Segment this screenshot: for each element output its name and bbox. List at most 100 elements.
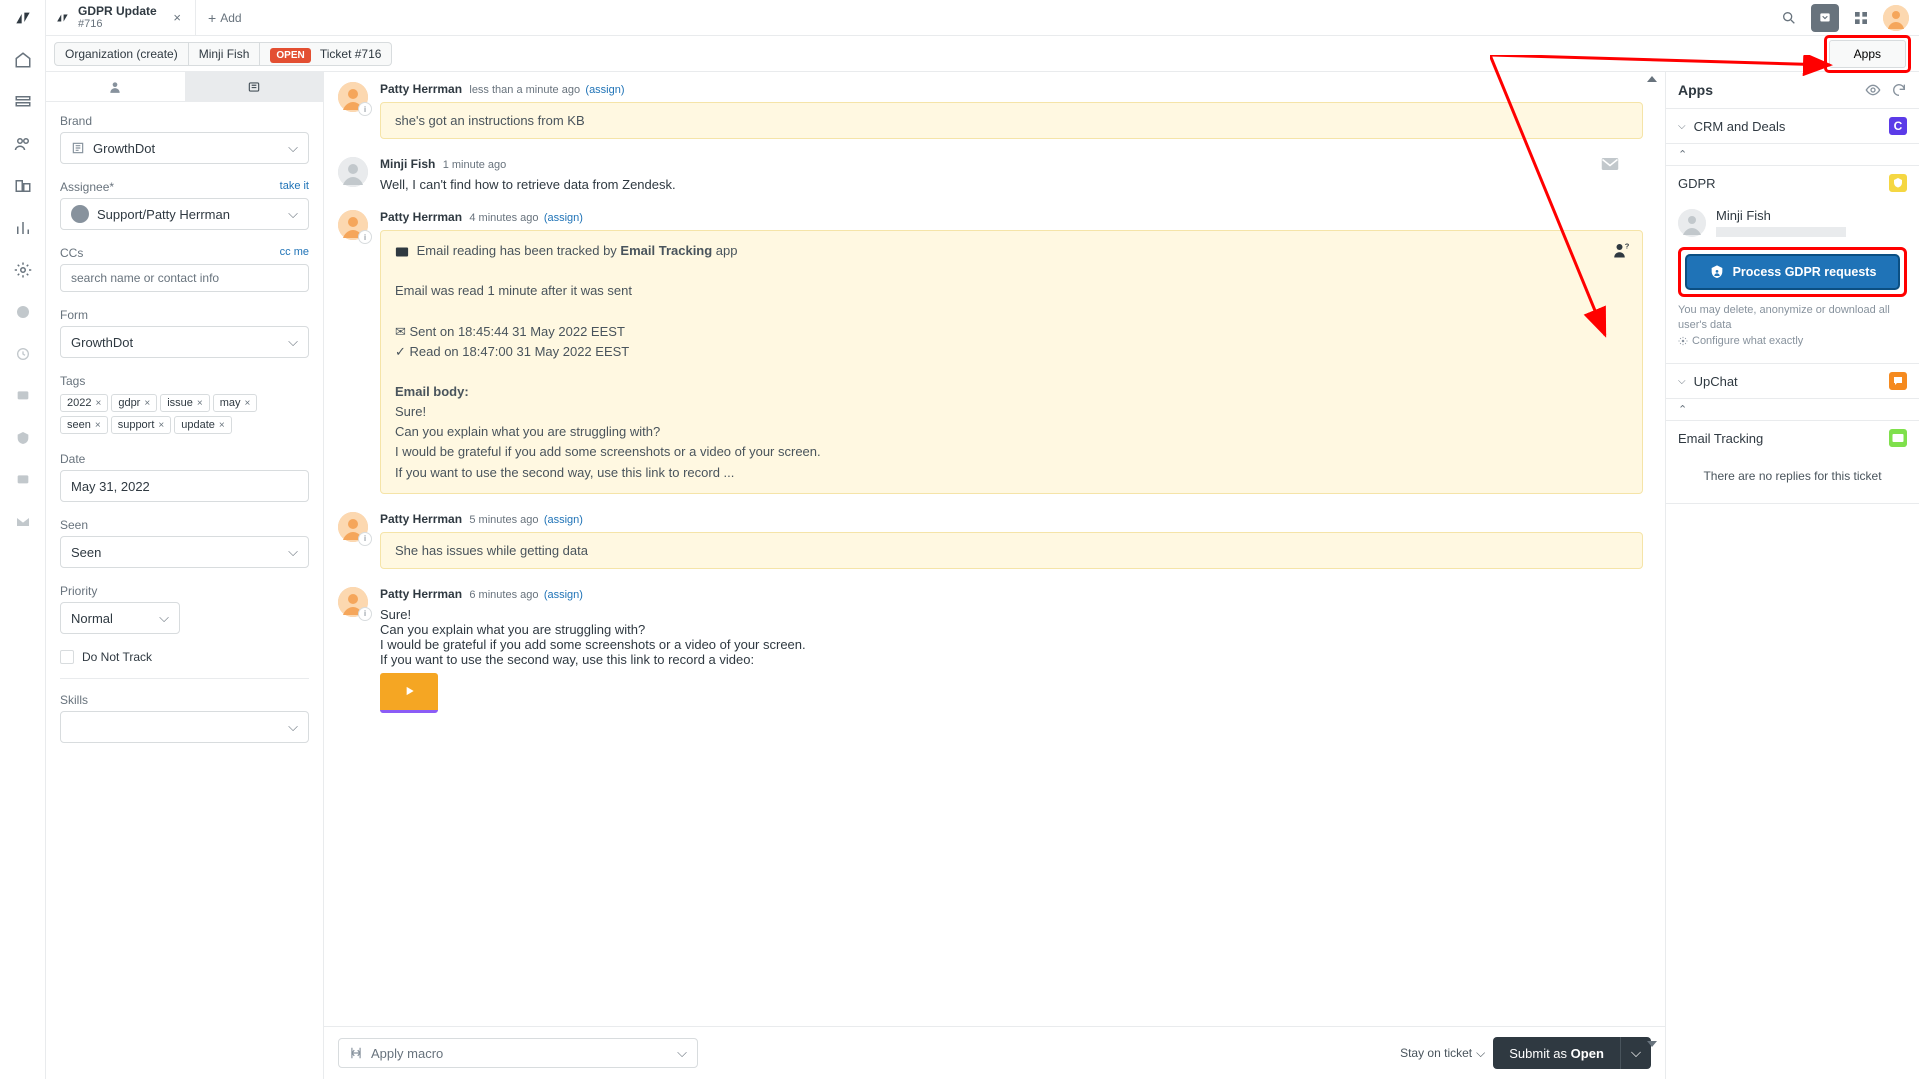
chevron-down-icon: ⌵ (288, 140, 298, 156)
message-public-reply: i Patty Herrman 6 minutes ago (assign) S… (338, 587, 1643, 713)
take-it-link[interactable]: take it (280, 180, 309, 194)
tag-chip[interactable]: support× (111, 416, 172, 434)
nav-home-icon[interactable] (11, 48, 35, 72)
ccs-input[interactable]: search name or contact info (60, 264, 309, 292)
date-input[interactable]: May 31, 2022 (60, 470, 309, 502)
brand-select[interactable]: GrowthDot ⌵ (60, 132, 309, 164)
priority-value: Normal (71, 611, 113, 626)
app-crm-header[interactable]: ⌵ CRM and Deals C (1666, 109, 1919, 143)
products-icon[interactable] (1847, 4, 1875, 32)
sidebar-tab-user-icon[interactable] (46, 72, 185, 101)
nav-app2-icon[interactable] (11, 342, 35, 366)
body-l4: If you want to use the second way, use t… (395, 463, 1628, 483)
tag-chip[interactable]: seen× (60, 416, 108, 434)
submit-button[interactable]: Submit as Open (1493, 1037, 1620, 1069)
video-thumbnail[interactable] (380, 673, 438, 713)
note-badge-icon: i (358, 230, 372, 244)
note-badge-icon: i (358, 102, 372, 116)
nav-app3-icon[interactable] (11, 384, 35, 408)
crumb-ticket[interactable]: OPEN Ticket #716 (260, 42, 392, 66)
app-upchat-header[interactable]: ⌵ UpChat (1666, 364, 1919, 398)
tag-remove-icon[interactable]: × (245, 398, 251, 409)
scroll-down-icon[interactable] (1647, 1041, 1657, 1047)
tab-close-icon[interactable]: × (169, 10, 185, 25)
nav-app1-icon[interactable] (11, 300, 35, 324)
app-et-header[interactable]: Email Tracking (1666, 420, 1919, 455)
nav-reporting-icon[interactable] (11, 216, 35, 240)
assign-link[interactable]: (assign) (544, 212, 583, 224)
submit-pre: Submit as (1509, 1046, 1570, 1061)
body-l1: Sure! (380, 607, 1643, 622)
tag-chip[interactable]: gdpr× (111, 394, 157, 412)
profile-avatar[interactable] (1883, 5, 1909, 31)
apps-toggle-button[interactable]: Apps (1829, 40, 1906, 68)
tag-chip[interactable]: issue× (160, 394, 210, 412)
assign-link[interactable]: (assign) (544, 589, 583, 601)
configure-link[interactable]: Configure what exactly (1678, 334, 1907, 349)
email-body-label: Email body: (395, 384, 469, 399)
tag-remove-icon[interactable]: × (158, 420, 164, 431)
tag-remove-icon[interactable]: × (95, 398, 101, 409)
gdpr-note: You may delete, anonymize or download al… (1678, 303, 1907, 334)
sidebar-tab-ticket-icon[interactable] (185, 72, 324, 101)
nav-app5-icon[interactable] (11, 468, 35, 492)
skills-select[interactable]: ⌵ (60, 711, 309, 743)
tab-title: GDPR Update (78, 4, 169, 18)
breadcrumb: Organization (create) Minji Fish OPEN Ti… (46, 36, 1919, 72)
stay-on-ticket-button[interactable]: Stay on ticket ⌵ (1400, 1046, 1485, 1061)
search-icon[interactable] (1775, 4, 1803, 32)
do-not-track-checkbox[interactable]: Do Not Track (60, 650, 309, 664)
tags-container[interactable]: 2022×gdpr×issue×may× seen×support×update× (60, 392, 309, 436)
svg-text:?: ? (1625, 242, 1630, 251)
collapse-arrow[interactable]: ⌃ (1666, 144, 1919, 165)
process-button-highlight: Process GDPR requests (1678, 247, 1907, 297)
tag-chip[interactable]: may× (213, 394, 258, 412)
scroll-up-icon[interactable] (1647, 76, 1657, 82)
collapse-arrow[interactable]: ⌃ (1666, 399, 1919, 420)
refresh-icon[interactable] (1891, 82, 1907, 98)
tab-ticket-716[interactable]: GDPR Update #716 × (46, 0, 196, 35)
process-gdpr-button[interactable]: Process GDPR requests (1685, 254, 1900, 290)
eye-icon[interactable] (1865, 82, 1881, 98)
checkbox-icon (60, 650, 74, 664)
tag-remove-icon[interactable]: × (95, 420, 101, 431)
app-gdpr-header[interactable]: GDPR (1666, 165, 1919, 200)
cc-me-link[interactable]: cc me (280, 246, 309, 260)
tracked-pre: Email reading has been tracked by (417, 243, 621, 258)
nav-views-icon[interactable] (11, 90, 35, 114)
crumb-user[interactable]: Minji Fish (189, 42, 261, 66)
nav-admin-icon[interactable] (11, 258, 35, 282)
msg-author: Patty Herrman (380, 82, 462, 96)
msg-author: Patty Herrman (380, 587, 462, 601)
assign-link[interactable]: (assign) (585, 84, 624, 96)
tag-chip[interactable]: 2022× (60, 394, 108, 412)
tag-remove-icon[interactable]: × (219, 420, 225, 431)
app-gdpr-label: GDPR (1678, 176, 1716, 191)
crumb-org[interactable]: Organization (create) (54, 42, 189, 66)
tag-remove-icon[interactable]: × (144, 398, 150, 409)
add-tab-button[interactable]: + Add (196, 0, 254, 35)
crumb-ticket-label: Ticket #716 (320, 47, 382, 61)
assign-link[interactable]: (assign) (544, 514, 583, 526)
divider (60, 678, 309, 679)
nav-app4-icon[interactable] (11, 426, 35, 450)
date-value: May 31, 2022 (71, 479, 150, 494)
assignee-value: Support/Patty Herrman (97, 207, 230, 222)
customer-avatar (338, 157, 368, 187)
agent-avatar: i (338, 210, 368, 240)
form-select[interactable]: GrowthDot ⌵ (60, 326, 309, 358)
talk-icon[interactable] (1811, 4, 1839, 32)
tag-chip[interactable]: update× (174, 416, 232, 434)
seen-select[interactable]: Seen ⌵ (60, 536, 309, 568)
chevron-down-icon: ⌵ (288, 544, 298, 560)
nav-customers-icon[interactable] (11, 132, 35, 156)
msg-time: 5 minutes ago (469, 514, 538, 526)
process-gdpr-label: Process GDPR requests (1733, 265, 1877, 279)
priority-select[interactable]: Normal ⌵ (60, 602, 180, 634)
nav-org-icon[interactable] (11, 174, 35, 198)
apply-macro-select[interactable]: Apply macro ⌵ (338, 1038, 698, 1068)
body-l3: I would be grateful if you add some scre… (380, 637, 1643, 652)
assignee-select[interactable]: Support/Patty Herrman ⌵ (60, 198, 309, 230)
nav-app6-icon[interactable] (11, 510, 35, 534)
tag-remove-icon[interactable]: × (197, 398, 203, 409)
